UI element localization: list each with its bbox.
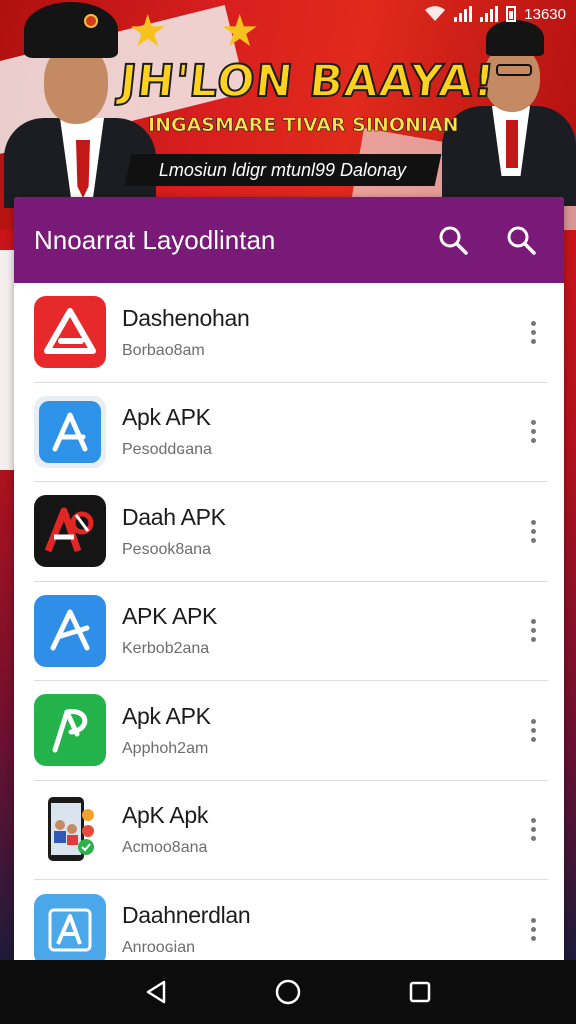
search-icon: [439, 226, 468, 255]
more-options-button[interactable]: [518, 910, 548, 950]
app-icon: [34, 395, 106, 468]
app-subtitle: Kerbob2ana: [122, 640, 210, 658]
app-subtitle: Pesook8ana: [122, 540, 211, 558]
more-options-button[interactable]: [518, 611, 548, 651]
app-subtitle: Borbao8am: [122, 341, 205, 359]
app-name: Apk APK: [122, 702, 211, 729]
home-button[interactable]: [268, 972, 308, 1012]
app-subtitle: Anrooɢian: [122, 939, 195, 957]
list-item[interactable]: Apk APK Apphoh2am: [34, 681, 548, 781]
back-triangle-icon: [146, 980, 166, 1004]
more-options-button[interactable]: [518, 511, 548, 551]
app-name: Dashenohan: [122, 304, 250, 331]
more-options-button[interactable]: [518, 810, 548, 850]
app-subtitle: Apphoh2am: [122, 739, 209, 757]
app-name: Daah APK: [122, 503, 226, 530]
battery-icon: [506, 6, 517, 22]
app-subtitle: Acmoo8ana: [122, 839, 208, 857]
star-icon: ★: [220, 7, 260, 56]
a-logo-lightblue-icon: [48, 908, 92, 952]
search-button[interactable]: [430, 217, 476, 263]
signal-icon: [480, 6, 499, 22]
more-options-button[interactable]: [518, 312, 548, 352]
list-item[interactable]: Daahnerdlan Anrooɢian: [34, 880, 548, 960]
a-logo-green-icon: [52, 709, 88, 753]
app-name: ApK Apk: [122, 802, 209, 829]
app-icon: [34, 296, 106, 369]
toolbar: Nnoarrat Layodlintan: [14, 197, 564, 283]
banner-subline: INGASMARE TIVAR SINONIAN: [148, 114, 459, 137]
a-logo-blue-icon: [52, 412, 88, 452]
back-button[interactable]: [136, 972, 176, 1012]
app-icon: [34, 495, 106, 568]
app-subtitle: Pesoddɢana: [122, 441, 212, 459]
toolbar-title: Nnoarrat Layodlintan: [34, 224, 276, 255]
app-icon: [34, 793, 106, 866]
list-item[interactable]: Daah APK Pesook8ana: [34, 482, 548, 582]
signal-icon: [454, 6, 473, 22]
home-circle-icon: [275, 979, 301, 1005]
app-name: APK APK: [122, 603, 218, 630]
app-name: Daahnerdlan: [122, 902, 251, 929]
app-list-card: Nnoarrat Layodlintan Dashenohan Borbao8a…: [14, 197, 564, 960]
search-button-2[interactable]: [498, 217, 544, 263]
a-logo-red-icon: [44, 308, 96, 355]
navigation-bar: [0, 960, 576, 1024]
status-bar: 13630: [424, 2, 566, 26]
a-logo-blue-icon: [50, 609, 90, 651]
banner-ribbon: Lmosiun ldigr mtunl99 Dalonay: [124, 154, 442, 186]
recents-button[interactable]: [400, 972, 440, 1012]
more-options-button[interactable]: [518, 412, 548, 452]
app-icon: [34, 893, 106, 960]
app-icon: [34, 694, 106, 767]
app-list: Dashenohan Borbao8am Apk APK Pesoddɢana: [14, 283, 564, 960]
recents-square-icon: [409, 981, 431, 1003]
list-item[interactable]: APK APK Kerbob2ana: [34, 582, 548, 681]
promo-banner[interactable]: ★ ★ JH'LON BAAYA! INGASMARE TIVAR SINONI…: [0, 0, 576, 230]
list-item[interactable]: Dashenohan Borbao8am: [34, 283, 548, 383]
a-logo-black-icon: [44, 507, 94, 553]
list-item[interactable]: Apk APK Pesoddɢana: [34, 383, 548, 482]
banner-headline: JH'LON BAAYA!: [116, 55, 498, 108]
more-options-button[interactable]: [518, 710, 548, 750]
app-name: Apk APK: [122, 404, 211, 431]
banner-ribbon-text: Lmosiun ldigr mtunl99 Dalonay: [159, 159, 407, 180]
phone-app-icon: [48, 796, 94, 861]
status-time: 13630: [524, 5, 566, 23]
search-icon: [507, 226, 536, 255]
list-item[interactable]: ApK Apk Acmoo8ana: [34, 781, 548, 880]
wifi-icon: [425, 6, 446, 21]
app-icon: [34, 594, 106, 667]
